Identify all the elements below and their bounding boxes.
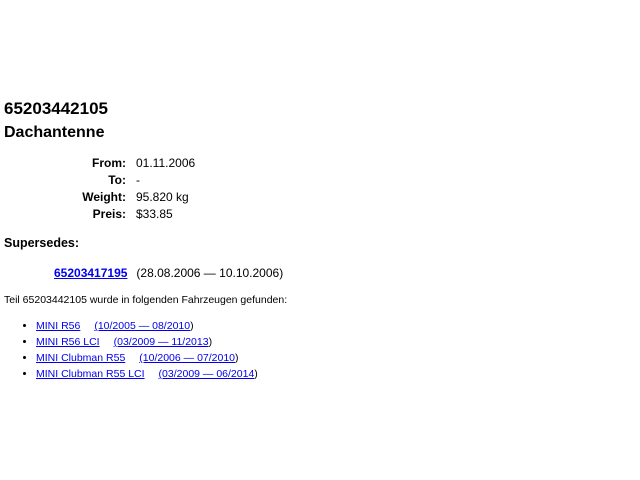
list-item: MINI R56 LCI(03/2009 — 11/2013) bbox=[36, 334, 258, 350]
vehicle-model: MINI Clubman R55 LCI bbox=[36, 368, 145, 380]
list-item: MINI Clubman R55 LCI(03/2009 — 06/2014) bbox=[36, 366, 258, 382]
detail-label: To: bbox=[108, 173, 126, 187]
vehicle-link[interactable]: MINI R56 LCI (03/2009 — 11/2013 bbox=[36, 336, 209, 348]
vehicle-link[interactable]: MINI Clubman R55 LCI (03/2009 — 06/2014 bbox=[36, 368, 254, 380]
detail-value: 95.820 kg bbox=[136, 190, 189, 204]
vehicle-range: (03/2009 — 11/2013 bbox=[113, 336, 209, 348]
list-item: MINI R56(10/2005 — 08/2010) bbox=[36, 318, 258, 334]
vehicle-list: MINI R56(10/2005 — 08/2010) MINI R56 LCI… bbox=[20, 318, 258, 382]
detail-value: - bbox=[136, 173, 140, 187]
supersedes-heading: Supersedes: bbox=[4, 236, 80, 250]
part-name-heading: Dachantenne bbox=[4, 124, 105, 141]
supersedes-row: 65203417195 (28.08.2006 — 10.10.2006) bbox=[54, 266, 283, 280]
detail-value: 01.11.2006 bbox=[136, 156, 196, 170]
vehicle-range: (10/2006 — 07/2010 bbox=[139, 352, 236, 364]
vehicles-found-text: Teil 65203442105 wurde in folgenden Fahr… bbox=[4, 294, 288, 306]
detail-row-to: To: - bbox=[58, 172, 195, 189]
superseded-part-link[interactable]: 65203417195 bbox=[54, 266, 127, 280]
vehicle-model: MINI R56 LCI bbox=[36, 336, 100, 348]
vehicle-range: (03/2009 — 06/2014 bbox=[158, 368, 255, 380]
part-details-table: From: 01.11.2006 To: - Weight: 95.820 kg… bbox=[58, 155, 195, 223]
detail-label: Weight: bbox=[82, 190, 126, 204]
detail-value: $33.85 bbox=[136, 207, 173, 221]
superseded-date-range: (28.08.2006 — 10.10.2006) bbox=[136, 266, 284, 280]
detail-row-price: Preis: $33.85 bbox=[58, 206, 195, 223]
detail-label: Preis: bbox=[92, 207, 126, 221]
vehicle-model: MINI Clubman R55 bbox=[36, 352, 126, 364]
detail-row-from: From: 01.11.2006 bbox=[58, 155, 195, 172]
vehicle-range: (10/2005 — 08/2010 bbox=[94, 320, 191, 332]
vehicle-link[interactable]: MINI Clubman R55 (10/2006 — 07/2010 bbox=[36, 352, 235, 364]
list-item: MINI Clubman R55(10/2006 — 07/2010) bbox=[36, 350, 258, 366]
vehicle-model: MINI R56 bbox=[36, 320, 81, 332]
detail-row-weight: Weight: 95.820 kg bbox=[58, 189, 195, 206]
vehicle-link[interactable]: MINI R56 (10/2005 — 08/2010 bbox=[36, 320, 190, 332]
detail-label: From: bbox=[92, 156, 126, 170]
part-number-heading: 65203442105 bbox=[4, 99, 109, 118]
